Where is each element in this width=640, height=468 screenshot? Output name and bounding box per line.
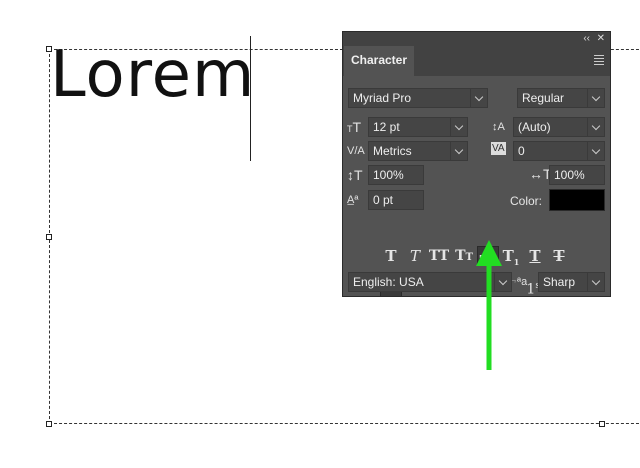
kerning-select[interactable]: Metrics bbox=[368, 141, 468, 161]
text-cursor bbox=[250, 36, 251, 161]
vertical-scale-input[interactable]: 100% bbox=[368, 165, 424, 185]
baseline-shift-icon: A̲ª bbox=[347, 194, 359, 206]
tracking-icon: VA bbox=[491, 142, 506, 155]
collapse-icon[interactable]: ‹‹ bbox=[583, 32, 590, 46]
color-label: Color: bbox=[510, 194, 543, 208]
leading-icon: ↕A bbox=[492, 121, 505, 133]
bbox-handle-middle-left[interactable] bbox=[46, 234, 52, 240]
horizontal-scale-value: 100% bbox=[554, 168, 585, 182]
tracking-value: 0 bbox=[518, 144, 525, 158]
font-family-select[interactable]: Myriad Pro bbox=[348, 88, 488, 108]
horizontal-scale-input[interactable]: 100% bbox=[549, 165, 605, 185]
panel-tabbar: Character bbox=[343, 46, 610, 76]
strikethrough-button[interactable]: T bbox=[549, 246, 569, 266]
font-size-select[interactable]: 12 pt bbox=[368, 117, 468, 137]
vertical-scale-icon: ↕T bbox=[347, 167, 363, 183]
faux-bold-button[interactable]: T bbox=[381, 246, 401, 266]
close-icon[interactable]: ✕ bbox=[597, 32, 605, 46]
font-size-value: 12 pt bbox=[373, 120, 400, 134]
baseline-shift-input[interactable]: 0 pt bbox=[368, 190, 424, 210]
bbox-handle-bottom-right[interactable] bbox=[599, 421, 605, 427]
faux-italic-button[interactable]: T bbox=[405, 246, 425, 266]
antialias-select[interactable]: Sharp bbox=[538, 272, 605, 292]
color-swatch[interactable] bbox=[549, 189, 605, 211]
font-size-icon: TT bbox=[347, 119, 362, 135]
font-style-select[interactable]: Regular bbox=[517, 88, 605, 108]
kerning-value: Metrics bbox=[373, 144, 412, 158]
antialias-icon: ªa bbox=[517, 276, 528, 288]
tracking-select[interactable]: 0 bbox=[513, 141, 605, 161]
antialias-value: Sharp bbox=[543, 275, 576, 289]
underline-button[interactable]: T bbox=[525, 246, 545, 266]
all-caps-button[interactable]: TT bbox=[427, 246, 451, 266]
document-text[interactable]: Lorem bbox=[50, 36, 255, 114]
panel-menu-icon[interactable] bbox=[594, 55, 604, 67]
tab-character[interactable]: Character bbox=[344, 46, 414, 76]
font-family-value: Myriad Pro bbox=[353, 91, 412, 105]
kerning-icon: V/A bbox=[347, 145, 365, 157]
language-value: English: USA bbox=[353, 275, 424, 289]
panel-titlebar: ‹‹ ✕ bbox=[343, 32, 610, 46]
annotation-arrow-icon bbox=[476, 240, 502, 370]
vertical-scale-value: 100% bbox=[373, 168, 404, 182]
leading-value: (Auto) bbox=[518, 120, 551, 134]
leading-select[interactable]: (Auto) bbox=[513, 117, 605, 137]
bbox-handle-bottom-left[interactable] bbox=[46, 421, 52, 427]
font-style-value: Regular bbox=[522, 91, 565, 105]
baseline-shift-value: 0 pt bbox=[373, 193, 394, 207]
